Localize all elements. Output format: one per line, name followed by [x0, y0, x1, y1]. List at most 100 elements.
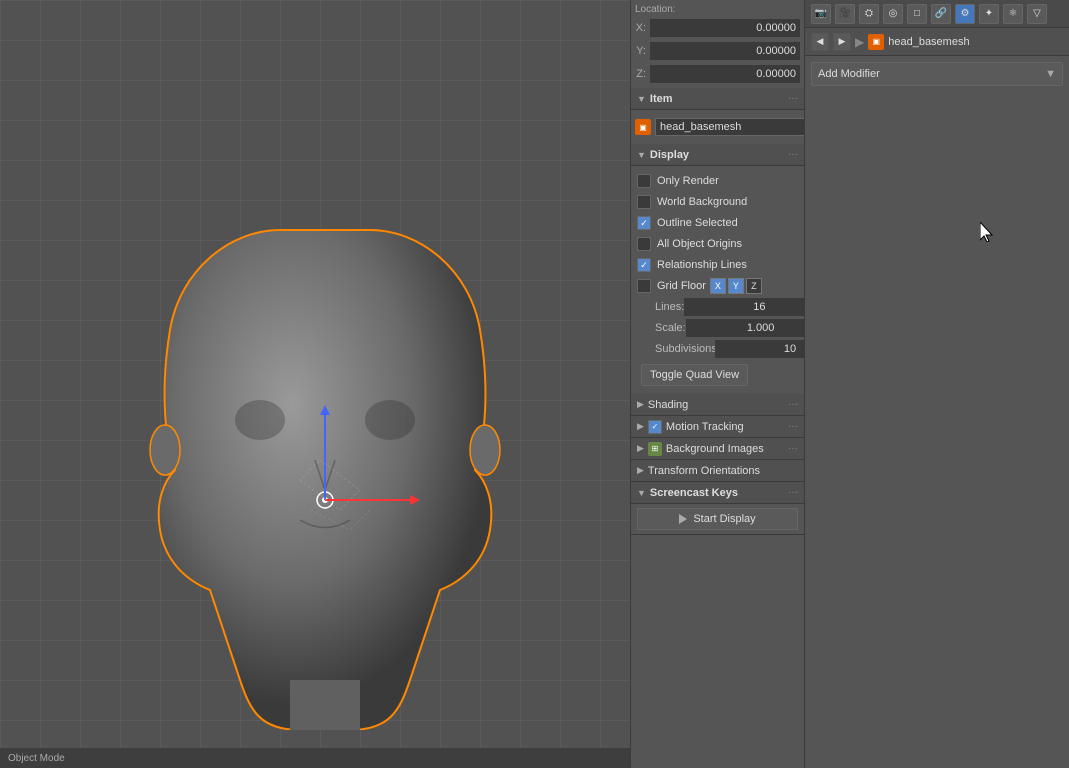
- location-fields: Location: X: Y: Z:: [631, 0, 804, 88]
- data-tab-icon[interactable]: ▽: [1027, 4, 1047, 24]
- all-object-origins-row: All Object Origins: [635, 234, 800, 254]
- world-background-label: World Background: [657, 196, 747, 208]
- lines-input[interactable]: [684, 298, 805, 316]
- modifier-nav-bar: ◀ ▶ ▶ ▣ head_basemesh: [805, 28, 1069, 56]
- x-input[interactable]: [650, 19, 800, 37]
- scale-label: Scale:: [635, 322, 686, 334]
- shading-title: Shading: [648, 399, 788, 411]
- screencast-keys-title: Screencast Keys: [650, 487, 788, 499]
- screencast-keys-header[interactable]: ▼ Screencast Keys ···: [631, 482, 804, 504]
- outline-selected-row: Outline Selected: [635, 213, 800, 233]
- screencast-dots: ···: [788, 487, 798, 498]
- motion-tracking-checkbox[interactable]: ✓: [648, 420, 662, 434]
- render-tab-icon[interactable]: 📷: [811, 4, 831, 24]
- display-content: Only Render World Background Outline Sel…: [631, 166, 804, 394]
- modifier-icon-bar: 📷 🎥 ⛭ ◎ □ 🔗 ⚙ ✦ ⚛ ▽: [805, 0, 1069, 28]
- z-label: Z:: [635, 68, 646, 80]
- background-images-title: Background Images: [666, 443, 788, 455]
- cursor: [980, 222, 996, 245]
- motion-tracking-arrow-icon: ▶: [637, 421, 644, 432]
- motion-tracking-dots: ···: [788, 421, 798, 432]
- head-mesh: [100, 200, 550, 730]
- subdivisions-label: Subdivisions:: [635, 343, 715, 355]
- modifiers-panel: 📷 🎥 ⛭ ◎ □ 🔗 ⚙ ✦ ⚛ ▽ ◀ ▶ ▶ ▣ head_basemes…: [805, 0, 1069, 768]
- location-header: Location:: [635, 2, 800, 17]
- add-modifier-arrow-icon: ▼: [1045, 68, 1056, 80]
- modifier-tab-icon[interactable]: ⚙: [955, 4, 975, 24]
- transform-arrow-icon: ▶: [637, 465, 644, 476]
- axis-y-btn[interactable]: Y: [728, 278, 744, 294]
- only-render-row: Only Render: [635, 171, 800, 191]
- shading-arrow-icon: ▶: [637, 399, 644, 410]
- mesh-icon: ▣: [635, 119, 651, 135]
- item-arrow-icon: ▼: [637, 94, 646, 104]
- transform-orientations-title: Transform Orientations: [648, 465, 798, 477]
- viewport-mode-label: Object Mode: [8, 753, 65, 764]
- breadcrumb-separator: ▶: [855, 35, 864, 49]
- field-row-x: X:: [635, 17, 800, 39]
- relationship-lines-checkbox[interactable]: [637, 258, 651, 272]
- lines-label: Lines:: [635, 301, 684, 313]
- camera-tab-icon[interactable]: 🎥: [835, 4, 855, 24]
- x-label: X:: [635, 22, 646, 34]
- constraint-tab-icon[interactable]: 🔗: [931, 4, 951, 24]
- background-images-icon: ⊞: [648, 442, 662, 456]
- display-section-header[interactable]: ▼ Display ···: [631, 144, 804, 166]
- background-images-dots: ···: [788, 443, 798, 454]
- display-section-dots: ···: [788, 149, 798, 160]
- object-name-nav: head_basemesh: [888, 36, 969, 48]
- motion-tracking-title: Motion Tracking: [666, 421, 788, 433]
- object-tab-icon[interactable]: □: [907, 4, 927, 24]
- scale-row: Scale:: [635, 318, 800, 338]
- start-display-label: Start Display: [693, 513, 755, 525]
- mesh-nav-icon: ▣: [868, 34, 884, 50]
- object-name-input[interactable]: [655, 118, 805, 136]
- item-section-title: Item: [650, 93, 788, 105]
- outline-selected-checkbox[interactable]: [637, 216, 651, 230]
- relationship-lines-row: Relationship Lines: [635, 255, 800, 275]
- transform-orientations-section-header[interactable]: ▶ Transform Orientations: [631, 460, 804, 482]
- display-arrow-icon: ▼: [637, 150, 646, 160]
- motion-tracking-section-header[interactable]: ▶ ✓ Motion Tracking ···: [631, 416, 804, 438]
- viewport[interactable]: Object Mode: [0, 0, 630, 768]
- field-row-y: Y:: [635, 40, 800, 62]
- scene-tab-icon[interactable]: ⛭: [859, 4, 879, 24]
- y-input[interactable]: [650, 42, 800, 60]
- subdivisions-input[interactable]: [715, 340, 805, 358]
- y-label: Y:: [635, 45, 646, 57]
- screencast-arrow-icon: ▼: [637, 488, 646, 498]
- subdivisions-row: Subdivisions:: [635, 339, 800, 359]
- nav-back-icon[interactable]: ◀: [811, 33, 829, 51]
- world-background-checkbox[interactable]: [637, 195, 651, 209]
- item-section-header[interactable]: ▼ Item ···: [631, 88, 804, 110]
- screencast-keys-section: ▼ Screencast Keys ··· Start Display: [631, 482, 804, 535]
- axis-z-btn[interactable]: Z: [746, 278, 762, 294]
- item-section-dots: ···: [788, 93, 798, 104]
- background-images-section-header[interactable]: ▶ ⊞ Background Images ···: [631, 438, 804, 460]
- axis-x-btn[interactable]: X: [710, 278, 726, 294]
- modifier-content-area: [805, 92, 1069, 768]
- toggle-quad-view-button[interactable]: Toggle Quad View: [641, 364, 748, 386]
- particles-tab-icon[interactable]: ✦: [979, 4, 999, 24]
- background-images-arrow-icon: ▶: [637, 443, 644, 454]
- z-input[interactable]: [650, 65, 800, 83]
- grid-floor-row: Grid Floor X Y Z: [635, 276, 800, 296]
- viewport-bottom-bar: Object Mode: [0, 748, 630, 768]
- only-render-checkbox[interactable]: [637, 174, 651, 188]
- properties-panel: Location: X: Y: Z: ▼ Item ··· ▣ ▼ Displa…: [630, 0, 805, 768]
- nav-forward-icon[interactable]: ▶: [833, 33, 851, 51]
- lines-row: Lines:: [635, 297, 800, 317]
- all-object-origins-checkbox[interactable]: [637, 237, 651, 251]
- only-render-label: Only Render: [657, 175, 719, 187]
- physics-tab-icon[interactable]: ⚛: [1003, 4, 1023, 24]
- shading-section-header[interactable]: ▶ Shading ···: [631, 394, 804, 416]
- add-modifier-dropdown[interactable]: Add Modifier ▼: [811, 62, 1063, 86]
- world-tab-icon[interactable]: ◎: [883, 4, 903, 24]
- scale-input[interactable]: [686, 319, 805, 337]
- relationship-lines-label: Relationship Lines: [657, 259, 747, 271]
- start-display-button[interactable]: Start Display: [637, 508, 798, 530]
- display-section-title: Display: [650, 149, 788, 161]
- field-row-z: Z:: [635, 63, 800, 85]
- add-modifier-row: Add Modifier ▼: [805, 56, 1069, 92]
- grid-floor-checkbox[interactable]: [637, 279, 651, 293]
